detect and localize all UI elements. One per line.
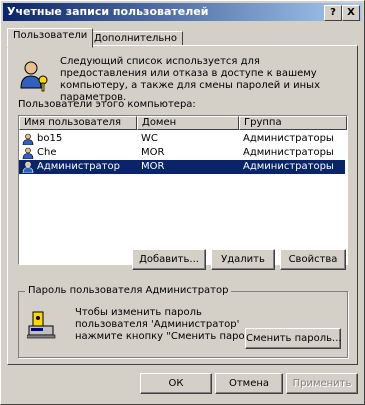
user-icon xyxy=(22,161,34,173)
user-group: Администраторы xyxy=(243,133,334,144)
ok-button[interactable]: ОК xyxy=(140,373,212,394)
user-domain: WC xyxy=(141,133,158,144)
column-header-username[interactable]: Имя пользователя xyxy=(19,116,137,130)
user-name: Администратор xyxy=(37,161,120,172)
remove-user-button[interactable]: Удалить xyxy=(211,249,275,270)
column-header-domain[interactable]: Домен xyxy=(137,116,239,130)
apply-button[interactable]: Применить xyxy=(286,373,358,394)
title-bar[interactable]: Учетные записи пользователей ? X xyxy=(3,3,362,21)
user-name: Che xyxy=(37,147,57,158)
password-computer-icon xyxy=(27,311,56,339)
close-button[interactable]: X xyxy=(342,5,360,21)
add-user-button[interactable]: Добавить... xyxy=(132,249,206,270)
user-group: Администраторы xyxy=(243,161,334,172)
help-button[interactable]: ? xyxy=(324,5,342,21)
tab-users[interactable]: Пользователи xyxy=(7,28,94,48)
password-group-legend: Пароль пользователя Администратор xyxy=(25,285,232,296)
user-icon xyxy=(22,133,34,145)
change-password-button[interactable]: Сменить пароль... xyxy=(245,328,342,349)
user-name: bo15 xyxy=(37,133,63,144)
window-title: Учетные записи пользователей xyxy=(7,5,209,18)
intro-text: Следующий список используется для предос… xyxy=(60,56,320,103)
user-domain: MOR xyxy=(141,147,165,158)
user-group: Администраторы xyxy=(243,147,334,158)
column-header-group[interactable]: Группа xyxy=(239,116,347,130)
users-list-label: Пользователи этого компьютера: xyxy=(18,99,196,110)
properties-button[interactable]: Свойства xyxy=(280,249,346,270)
cancel-button[interactable]: Отмена xyxy=(215,373,283,394)
user-icon xyxy=(22,147,34,159)
table-row-selected[interactable]: Администратор MOR Администраторы xyxy=(19,160,345,174)
table-row[interactable]: bo15 WC Администраторы xyxy=(19,132,345,146)
users-keys-icon xyxy=(20,61,48,92)
password-group: Пароль пользователя Администратор Чтобы … xyxy=(18,285,348,358)
user-accounts-window: Учетные записи пользователей ? X Пользов… xyxy=(0,0,365,405)
users-list[interactable]: Имя пользователя Домен Группа bo15 WC Ад… xyxy=(18,115,348,265)
table-row[interactable]: Che MOR Администраторы xyxy=(19,146,345,160)
users-tab-panel: Следующий список используется для предос… xyxy=(7,45,358,365)
user-domain: MOR xyxy=(141,161,165,172)
